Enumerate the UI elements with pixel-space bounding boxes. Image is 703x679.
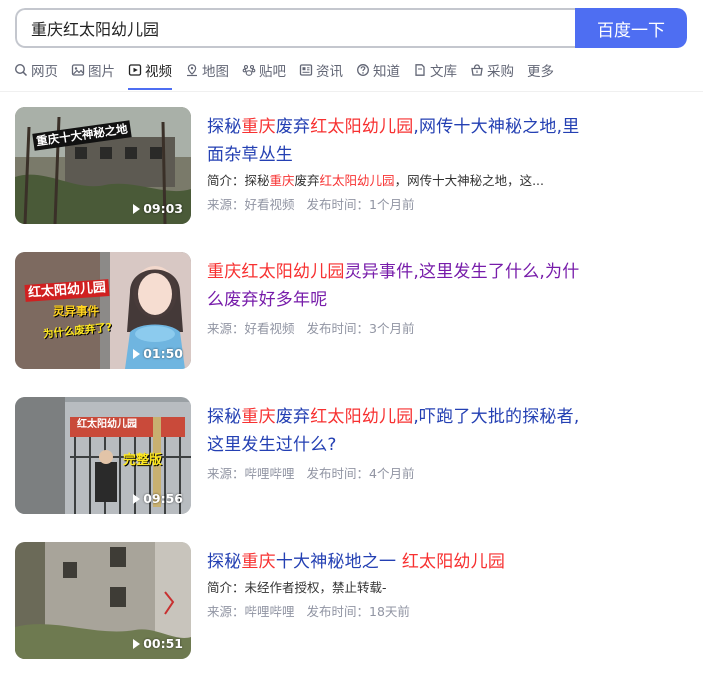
tab-label: 视频: [145, 64, 172, 80]
tab-label: 知道: [373, 64, 400, 80]
video-duration: 01:50: [133, 346, 183, 361]
video-duration: 09:56: [133, 491, 183, 506]
play-icon: [133, 493, 141, 504]
text-fragment: 简介：未经作者授权，禁止转载-: [207, 580, 387, 595]
video-result: 00:51 探秘重庆十大神秘地之一 红太阳幼儿园 简介：未经作者授权，禁止转载-…: [15, 542, 595, 660]
tab-wenku[interactable]: 文库: [413, 59, 457, 81]
result-meta: 来源：哔哩哔哩 发布时间：18天前: [207, 603, 587, 621]
text-fragment: 废弃: [275, 117, 311, 137]
result-source: 来源：哔哩哔哩: [207, 466, 295, 481]
tab-web[interactable]: 网页: [14, 59, 58, 81]
play-icon: [133, 203, 141, 214]
result-source: 来源：好看视频: [207, 321, 295, 336]
search-icon: [14, 63, 28, 77]
result-meta: 来源：好看视频 发布时间：1个月前: [207, 196, 587, 214]
tab-label: 图片: [88, 64, 115, 80]
text-fragment: 废弃: [275, 407, 311, 427]
video-result: 重庆十大神秘之地 09:03 探秘重庆废弃红太阳幼儿园,网传十大神秘之地,里面杂…: [15, 107, 595, 225]
search-tabs: 网页 图片 视频 地图 贴吧 资讯 知道 文库 采购 更多: [14, 59, 554, 91]
tab-more[interactable]: 更多: [527, 59, 554, 81]
basket-icon: [470, 63, 484, 77]
thumbnail-caption: 完整版: [123, 453, 163, 468]
result-title[interactable]: 探秘重庆废弃红太阳幼儿园,网传十大神秘之地,里面杂草丛生: [207, 113, 587, 169]
video-thumbnail[interactable]: 红太阳幼儿园 灵异事件 为什么废弃了? 01:50: [15, 252, 191, 369]
tab-label: 文库: [430, 64, 457, 80]
keyword-highlight: 重庆: [269, 173, 295, 188]
result-time: 发布时间：4个月前: [306, 466, 415, 481]
video-duration: 00:51: [133, 636, 183, 651]
tab-zhidao[interactable]: 知道: [356, 59, 400, 81]
keyword-highlight: 红太阳幼儿园: [310, 407, 414, 427]
text-fragment: 废弃: [294, 173, 320, 188]
text-fragment: 探秘: [207, 552, 242, 572]
document-icon: [413, 63, 427, 77]
result-source: 来源：哔哩哔哩: [207, 604, 295, 619]
text-fragment: 简介：探秘: [207, 173, 270, 188]
map-icon: [185, 63, 199, 77]
search-input[interactable]: [15, 8, 575, 48]
result-time: 发布时间：18天前: [306, 604, 410, 619]
keyword-highlight: 红太阳幼儿园: [319, 173, 395, 188]
tab-label: 网页: [31, 64, 58, 80]
keyword-highlight: 红太阳幼儿园: [401, 552, 506, 572]
result-title[interactable]: 重庆红太阳幼儿园灵异事件,这里发生了什么,为什么废弃好多年呢: [207, 258, 587, 314]
video-thumbnail[interactable]: 00:51: [15, 542, 191, 659]
search-bar: 百度一下: [15, 8, 687, 48]
video-thumbnail[interactable]: 红太阳幼儿园 完整版 09:56: [15, 397, 191, 514]
tab-purchase[interactable]: 采购: [470, 59, 514, 81]
video-result: 红太阳幼儿园 完整版 09:56 探秘重庆废弃红太阳幼儿园,吓跑了大批的探秘者,…: [15, 397, 595, 515]
thumbnail-caption: 灵异事件: [53, 304, 99, 318]
result-title[interactable]: 探秘重庆废弃红太阳幼儿园,吓跑了大批的探秘者,这里发生过什么?: [207, 403, 587, 459]
tab-label: 地图: [202, 64, 229, 80]
video-icon: [128, 63, 142, 77]
result-summary: 简介：未经作者授权，禁止转载-: [207, 579, 567, 597]
video-result: 红太阳幼儿园 灵异事件 为什么废弃了? 01:50 重庆红太阳幼儿园灵异事件,这…: [15, 252, 595, 370]
text-fragment: ，网传十大神秘之地，这...: [394, 173, 544, 188]
tab-video[interactable]: 视频: [128, 59, 172, 90]
thumbnail-caption: 红太阳幼儿园: [77, 419, 137, 430]
tab-divider: [0, 91, 703, 92]
video-thumbnail[interactable]: 重庆十大神秘之地 09:03: [15, 107, 191, 224]
keyword-highlight: 重庆: [241, 552, 276, 572]
result-time: 发布时间：3个月前: [306, 321, 415, 336]
video-duration: 09:03: [133, 201, 183, 216]
result-summary: 简介：探秘重庆废弃红太阳幼儿园，网传十大神秘之地，这...: [207, 172, 567, 190]
tab-label: 贴吧: [259, 64, 286, 80]
keyword-highlight: 重庆: [241, 407, 276, 427]
tab-label: 采购: [487, 64, 514, 80]
text-fragment: 探秘: [207, 407, 242, 427]
news-icon: [299, 63, 313, 77]
result-source: 来源：好看视频: [207, 197, 295, 212]
tab-news[interactable]: 资讯: [299, 59, 343, 81]
search-button[interactable]: 百度一下: [575, 8, 687, 48]
tab-label: 资讯: [316, 64, 343, 80]
play-icon: [133, 348, 141, 359]
image-icon: [71, 63, 85, 77]
result-meta: 来源：好看视频 发布时间：3个月前: [207, 320, 587, 338]
result-meta: 来源：哔哩哔哩 发布时间：4个月前: [207, 465, 587, 483]
text-fragment: 十大神秘地之一: [275, 552, 402, 572]
text-fragment: 探秘: [207, 117, 242, 137]
tab-images[interactable]: 图片: [71, 59, 115, 81]
tab-tieba[interactable]: 贴吧: [242, 59, 286, 81]
keyword-highlight: 重庆: [241, 117, 276, 137]
result-title[interactable]: 探秘重庆十大神秘地之一 红太阳幼儿园: [207, 548, 587, 576]
keyword-highlight: 红太阳幼儿园: [310, 117, 414, 137]
question-icon: [356, 63, 370, 77]
paw-icon: [242, 63, 256, 77]
play-icon: [133, 638, 141, 649]
tab-map[interactable]: 地图: [185, 59, 229, 81]
result-time: 发布时间：1个月前: [306, 197, 415, 212]
keyword-highlight: 重庆: [207, 262, 242, 282]
keyword-highlight: 红太阳幼儿园: [241, 262, 345, 282]
tab-label: 更多: [527, 64, 554, 80]
